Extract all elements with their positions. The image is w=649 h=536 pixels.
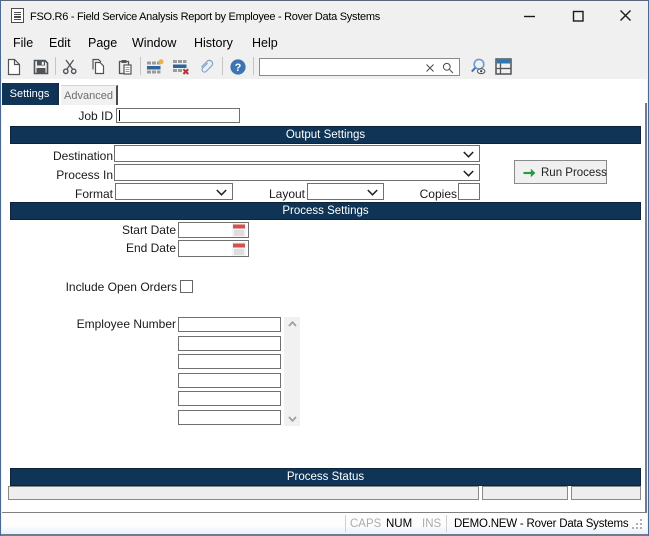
svg-text:?: ? — [235, 62, 242, 74]
